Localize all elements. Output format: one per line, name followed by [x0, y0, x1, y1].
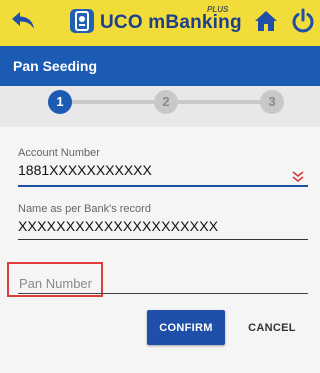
account-number-label: Account Number — [18, 147, 100, 159]
app-badge: PLUS — [207, 5, 229, 14]
stepper-connector — [178, 100, 264, 104]
step-3: 3 — [260, 90, 284, 114]
app-logo: UCO mBanking PLUS — [70, 5, 242, 38]
step-1: 1 — [48, 90, 72, 114]
name-field: XXXXXXXXXXXXXXXXXXXXX — [18, 218, 219, 234]
cancel-button[interactable]: CANCEL — [234, 310, 310, 345]
home-icon[interactable] — [254, 9, 278, 33]
name-underline — [18, 239, 308, 240]
app-name: UCO mBanking — [100, 12, 242, 33]
stepper-connector — [72, 100, 158, 104]
power-icon[interactable] — [290, 8, 316, 34]
account-number-underline — [18, 185, 308, 187]
app-header: UCO mBanking PLUS — [0, 0, 320, 46]
uco-logo-icon — [70, 9, 94, 33]
account-number-select[interactable]: 1881XXXXXXXXXXX — [18, 162, 152, 178]
page-title-bar: Pan Seeding — [0, 46, 320, 86]
pan-number-underline — [18, 293, 308, 294]
back-arrow-icon[interactable] — [8, 6, 40, 36]
step-2: 2 — [154, 90, 178, 114]
confirm-button[interactable]: CONFIRM — [147, 310, 225, 345]
name-label: Name as per Bank's record — [18, 203, 151, 215]
chevron-down-icon[interactable] — [291, 170, 305, 183]
pan-number-input[interactable]: Pan Number — [19, 276, 92, 291]
page-title: Pan Seeding — [13, 58, 98, 74]
